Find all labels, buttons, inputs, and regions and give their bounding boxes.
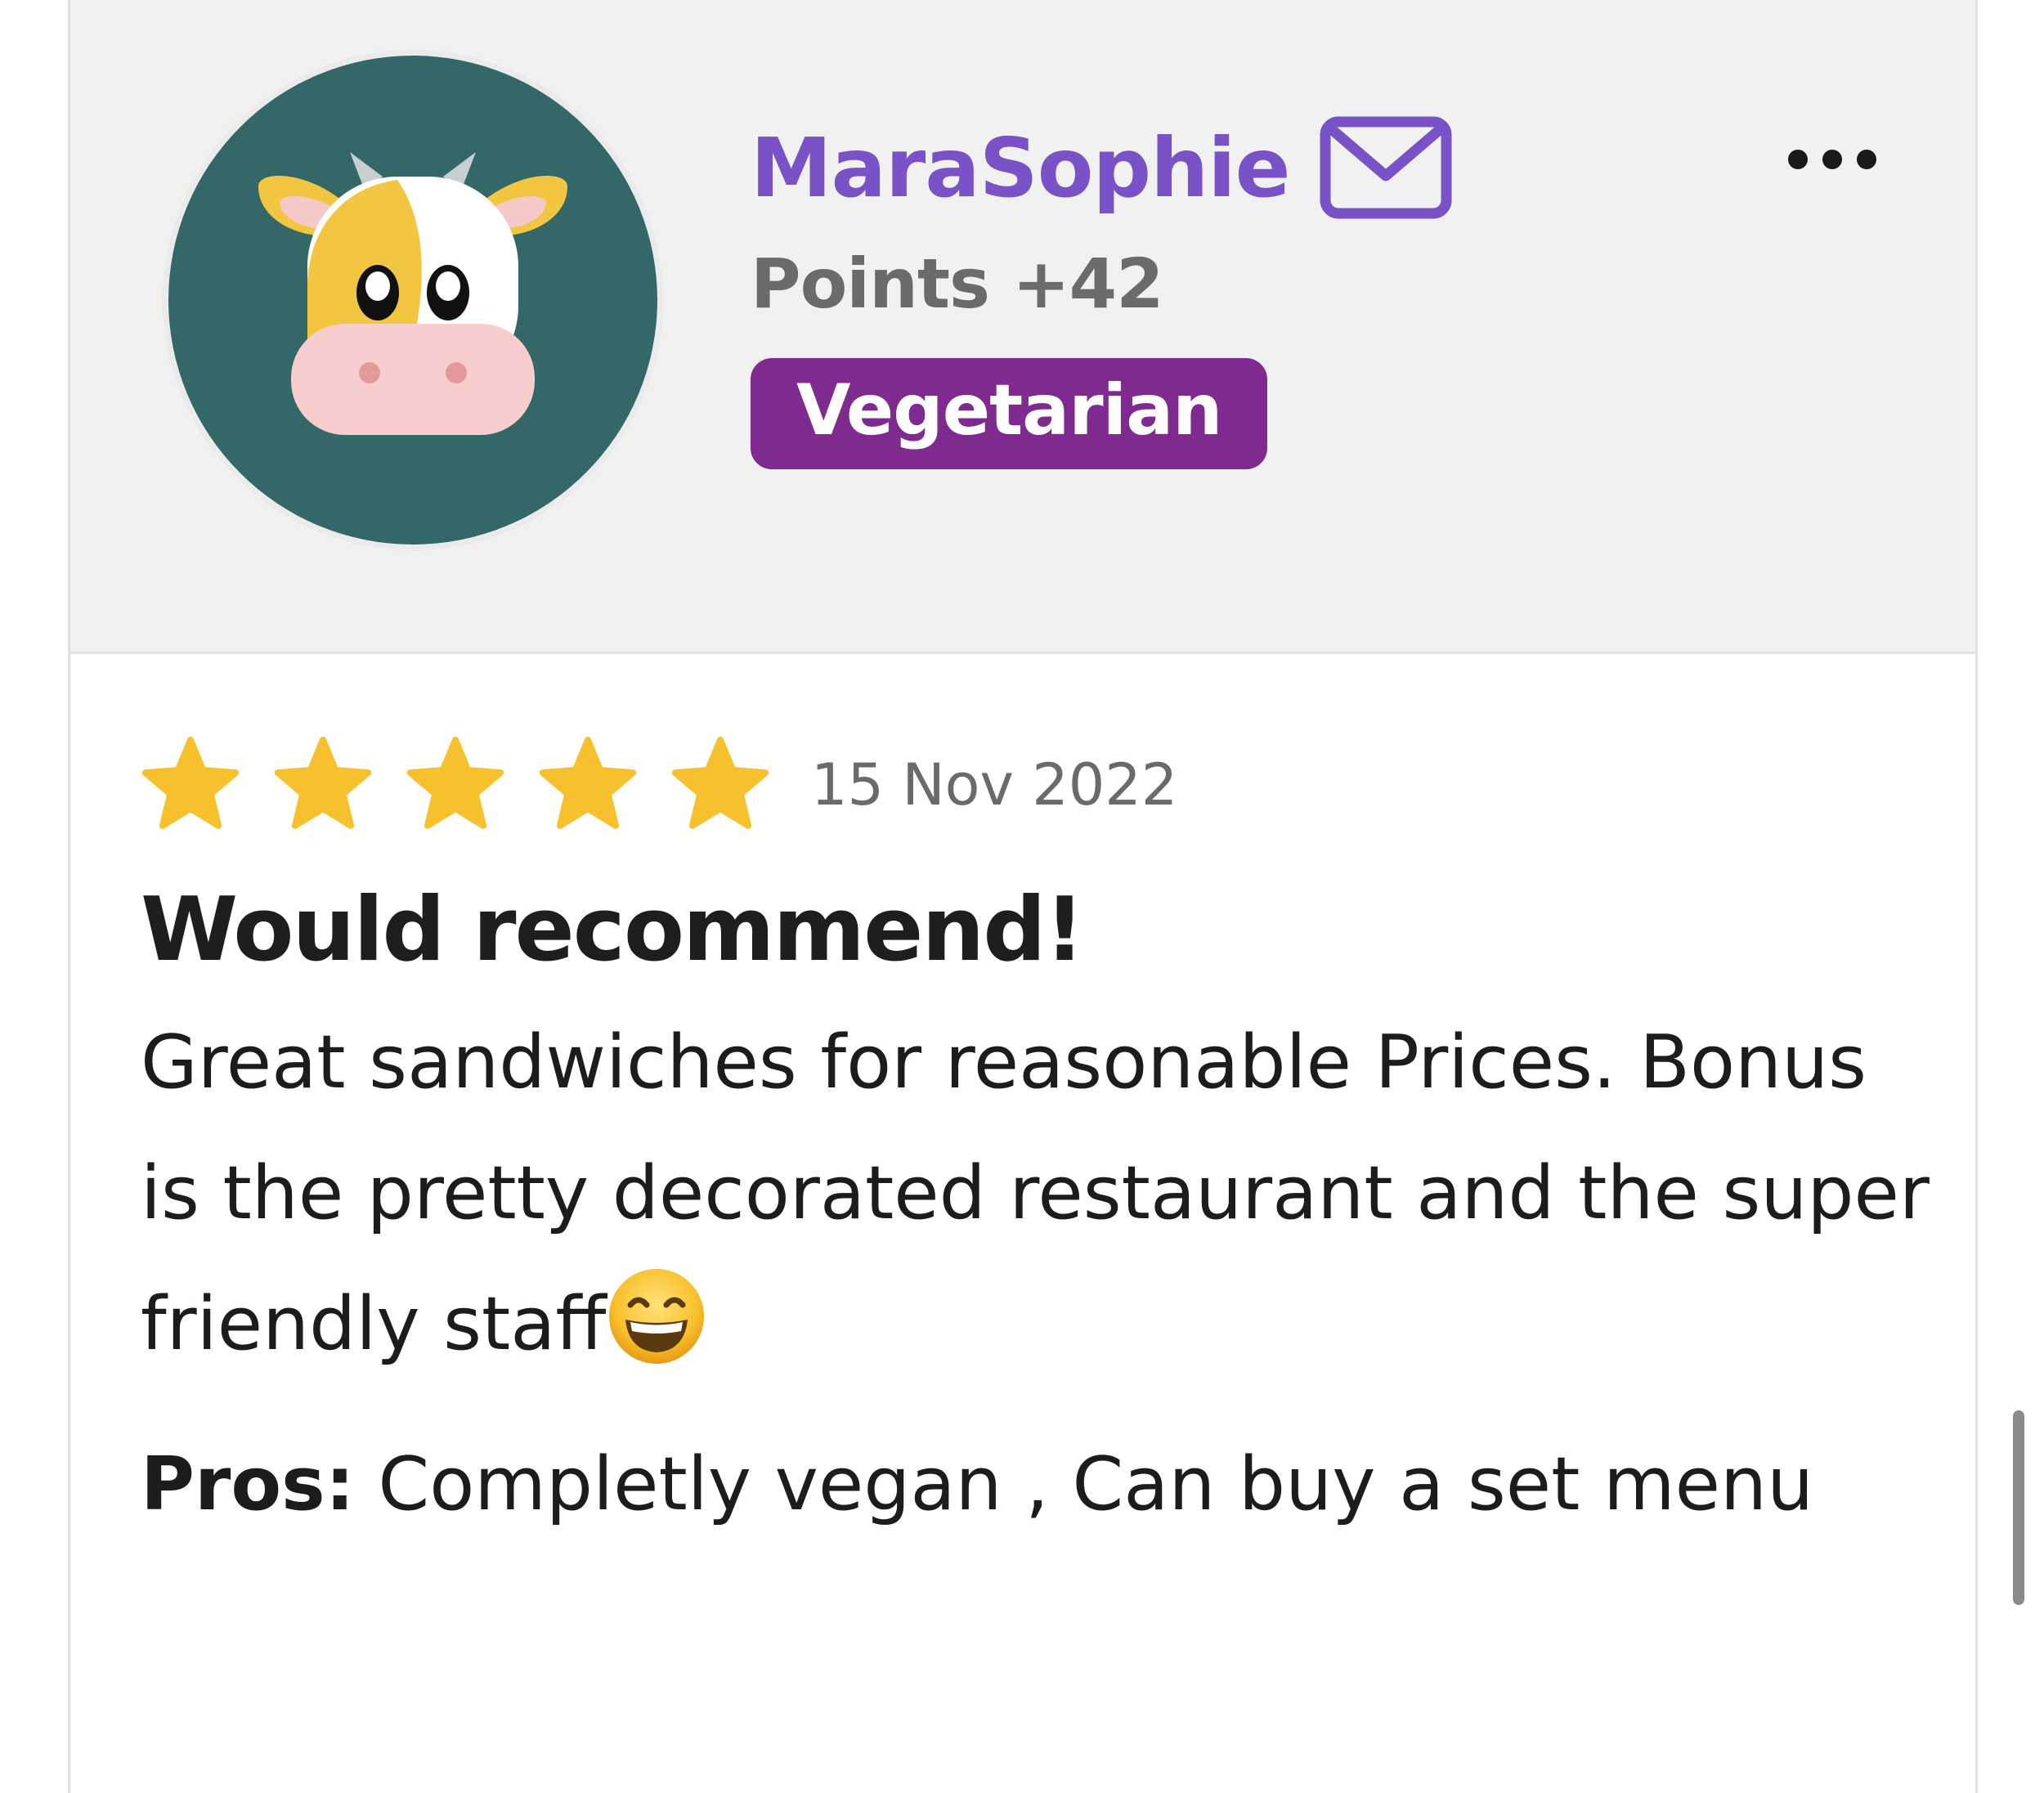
grinning-face-emoji-icon <box>609 1269 705 1364</box>
review-card: MaraSophie Points +42 Vegetarian 15 Nov … <box>68 0 1978 1793</box>
diet-badge: Vegetarian <box>751 358 1268 469</box>
review-pros: Pros: Completly vegan , Can buy a set me… <box>141 1419 1931 1550</box>
star-icon <box>671 737 769 829</box>
review-header: MaraSophie Points +42 Vegetarian <box>70 0 1975 654</box>
user-info: MaraSophie Points +42 Vegetarian <box>751 106 1453 469</box>
more-options-icon[interactable] <box>1783 139 1881 180</box>
review-body: 15 Nov 2022 Would recommend! Great sandw… <box>141 732 1939 1550</box>
review-text-content: Great sandwiches for reasonable Prices. … <box>141 1020 1930 1367</box>
scrollbar-thumb[interactable] <box>2013 1410 2024 1605</box>
review-text: Great sandwiches for reasonable Prices. … <box>141 997 1931 1390</box>
review-title: Would recommend! <box>141 879 1085 981</box>
username-link[interactable]: MaraSophie <box>751 120 1290 216</box>
user-points: Points +42 <box>751 244 1164 324</box>
username-row: MaraSophie <box>751 106 1453 229</box>
cow-avatar-icon[interactable] <box>160 47 666 553</box>
star-icon <box>406 737 504 829</box>
pros-label: Pros: <box>141 1441 355 1527</box>
star-icon <box>141 737 240 829</box>
star-rating <box>141 737 770 833</box>
mail-icon[interactable] <box>1319 115 1453 220</box>
pros-text: Completly vegan , Can buy a set menu <box>378 1441 1814 1527</box>
star-icon <box>274 737 372 829</box>
rating-row: 15 Nov 2022 <box>141 732 1939 838</box>
review-date: 15 Nov 2022 <box>811 751 1178 818</box>
star-icon <box>539 737 637 829</box>
